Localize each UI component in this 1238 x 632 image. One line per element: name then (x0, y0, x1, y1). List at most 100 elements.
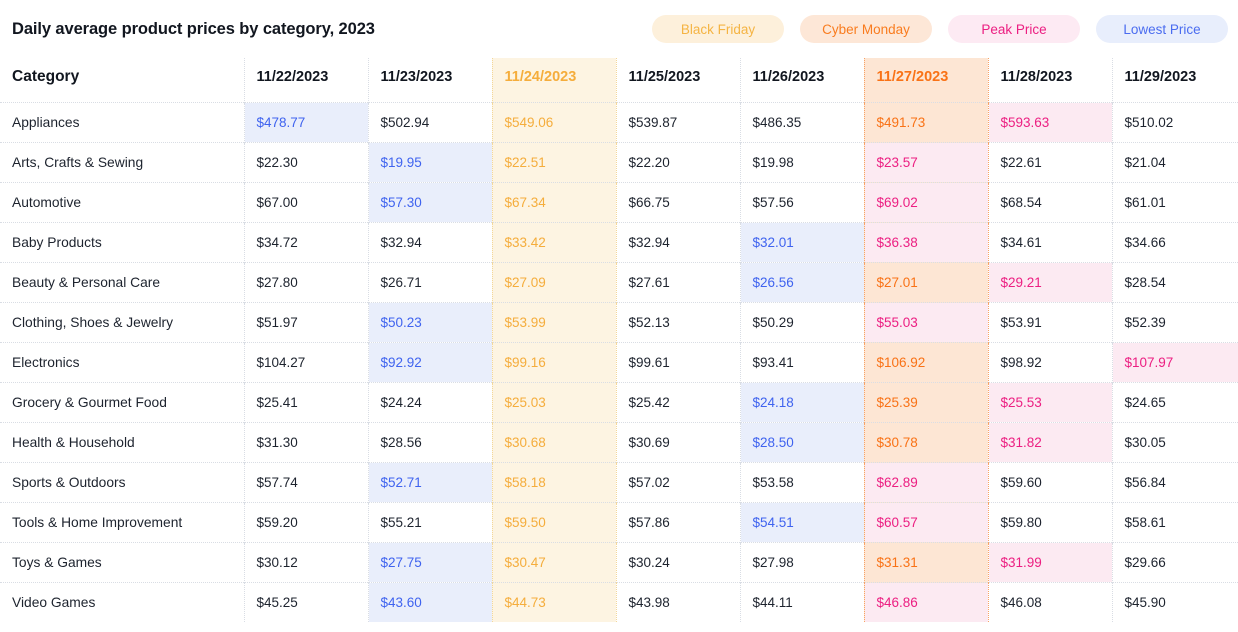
lowest-price-highlight: $27.75 (368, 542, 492, 582)
table-row: Automotive $67.00 $57.30 $67.34 $66.75 $57.56… (0, 181, 1238, 222)
price-cell: $50.23 (367, 301, 492, 342)
price-cell: $25.41 (243, 381, 368, 422)
peak-price-highlight: $29.21 (988, 262, 1112, 302)
legend-pill-black-friday[interactable]: Black Friday (652, 15, 784, 43)
price-cell: $33.42 (491, 221, 617, 262)
category-cell: Toys & Games (0, 541, 244, 582)
column-header-date[interactable]: 11/22/2023 (243, 58, 368, 102)
category-cell: Clothing, Shoes & Jewelry (0, 301, 244, 342)
price-cell: $25.03 (491, 381, 617, 422)
price-cell: $31.99 (987, 541, 1112, 582)
price-cell: $44.73 (491, 581, 617, 622)
price-cell: $31.31 (863, 541, 989, 582)
price-cell: $57.30 (367, 181, 492, 222)
price-cell: $46.86 (863, 581, 989, 622)
legend: Black Friday Cyber Monday Peak Price Lowest… (652, 15, 1230, 43)
lowest-price-highlight: $26.56 (740, 262, 864, 302)
column-header-date[interactable]: 11/29/2023 (1111, 58, 1238, 102)
price-cell: $46.08 (987, 581, 1112, 622)
legend-pill-peak[interactable]: Peak Price (948, 15, 1080, 43)
column-header-date[interactable]: 11/24/2023 (491, 58, 617, 102)
price-cell: $27.80 (243, 261, 368, 302)
table-row: Tools & Home Improvement $59.20 $55.21 $59.… (0, 501, 1238, 542)
price-cell: $549.06 (491, 101, 617, 142)
price-cell: $57.02 (615, 461, 740, 502)
column-header-date[interactable]: 11/28/2023 (987, 58, 1112, 102)
price-cell: $31.30 (243, 421, 368, 462)
category-cell: Tools & Home Improvement (0, 501, 244, 542)
price-cell: $593.63 (987, 101, 1112, 142)
lowest-price-highlight: $28.50 (740, 422, 864, 462)
column-header-category[interactable]: Category (0, 58, 244, 102)
column-header-date[interactable]: 11/26/2023 (739, 58, 864, 102)
price-cell: $23.57 (863, 141, 989, 182)
table-row: Health & Household $31.30 $28.56 $30.68 $30.… (0, 421, 1238, 462)
price-cell: $45.25 (243, 581, 368, 622)
price-cell: $69.02 (863, 181, 989, 222)
price-cell: $45.90 (1111, 581, 1238, 622)
lowest-price-highlight: $43.60 (368, 582, 492, 622)
price-cell: $24.18 (739, 381, 864, 422)
price-cell: $59.20 (243, 501, 368, 542)
price-cell: $62.89 (863, 461, 989, 502)
price-cell: $43.98 (615, 581, 740, 622)
lowest-price-highlight: $24.18 (740, 382, 864, 422)
price-cell: $98.92 (987, 341, 1112, 382)
price-cell: $32.94 (367, 221, 492, 262)
price-cell: $28.54 (1111, 261, 1238, 302)
price-cell: $27.01 (863, 261, 989, 302)
price-cell: $34.66 (1111, 221, 1238, 262)
price-cell: $491.73 (863, 101, 989, 142)
table-row: Appliances $478.77 $502.94 $549.06 $539.87 $4… (0, 101, 1238, 142)
legend-pill-lowest[interactable]: Lowest Price (1096, 15, 1228, 43)
price-cell: $21.04 (1111, 141, 1238, 182)
column-header-date[interactable]: 11/27/2023 (863, 58, 989, 102)
price-cell: $28.50 (739, 421, 864, 462)
category-cell: Arts, Crafts & Sewing (0, 141, 244, 182)
page-title: Daily average product prices by category… (12, 19, 375, 38)
price-cell: $24.65 (1111, 381, 1238, 422)
category-cell: Beauty & Personal Care (0, 261, 244, 302)
price-cell: $99.61 (615, 341, 740, 382)
table-row: Clothing, Shoes & Jewelry $51.97 $50.23 $53… (0, 301, 1238, 342)
peak-price-highlight: $593.63 (988, 102, 1112, 142)
peak-price-highlight: $46.86 (864, 582, 988, 622)
price-cell: $27.09 (491, 261, 617, 302)
price-cell: $29.21 (987, 261, 1112, 302)
price-cell: $58.61 (1111, 501, 1238, 542)
peak-price-highlight: $25.53 (988, 382, 1112, 422)
price-cell: $22.30 (243, 141, 368, 182)
column-header-date[interactable]: 11/25/2023 (615, 58, 740, 102)
price-cell: $478.77 (243, 101, 368, 142)
price-cell: $30.12 (243, 541, 368, 582)
price-cell: $24.24 (367, 381, 492, 422)
price-cell: $60.57 (863, 501, 989, 542)
table-container: Category 11/22/2023 11/23/2023 11/24/2023 11… (0, 58, 1238, 622)
price-cell: $50.29 (739, 301, 864, 342)
price-cell: $54.51 (739, 501, 864, 542)
price-cell: $53.91 (987, 301, 1112, 342)
lowest-price-highlight: $32.01 (740, 222, 864, 262)
price-cell: $67.34 (491, 181, 617, 222)
price-cell: $57.86 (615, 501, 740, 542)
peak-price-highlight: $55.03 (864, 302, 988, 342)
table-row: Toys & Games $30.12 $27.75 $30.47 $30.24 $27.… (0, 541, 1238, 582)
price-cell: $27.98 (739, 541, 864, 582)
price-cell: $104.27 (243, 341, 368, 382)
header-band: Daily average product prices by category… (0, 0, 1238, 58)
legend-pill-cyber-monday[interactable]: Cyber Monday (800, 15, 932, 43)
price-table: Category 11/22/2023 11/23/2023 11/24/2023 11… (0, 58, 1238, 622)
column-header-date[interactable]: 11/23/2023 (367, 58, 492, 102)
table-row: Baby Products $34.72 $32.94 $33.42 $32.94 $32… (0, 221, 1238, 262)
category-cell: Appliances (0, 101, 244, 142)
table-row: Video Games $45.25 $43.60 $44.73 $43.98 $44.1… (0, 581, 1238, 622)
price-cell: $51.97 (243, 301, 368, 342)
price-cell: $25.39 (863, 381, 989, 422)
price-cell: $510.02 (1111, 101, 1238, 142)
lowest-price-highlight: $92.92 (368, 342, 492, 382)
price-cell: $30.78 (863, 421, 989, 462)
price-cell: $66.75 (615, 181, 740, 222)
table-header-row: Category 11/22/2023 11/23/2023 11/24/2023 11… (0, 58, 1238, 102)
price-cell: $30.24 (615, 541, 740, 582)
lowest-price-highlight: $52.71 (368, 462, 492, 502)
